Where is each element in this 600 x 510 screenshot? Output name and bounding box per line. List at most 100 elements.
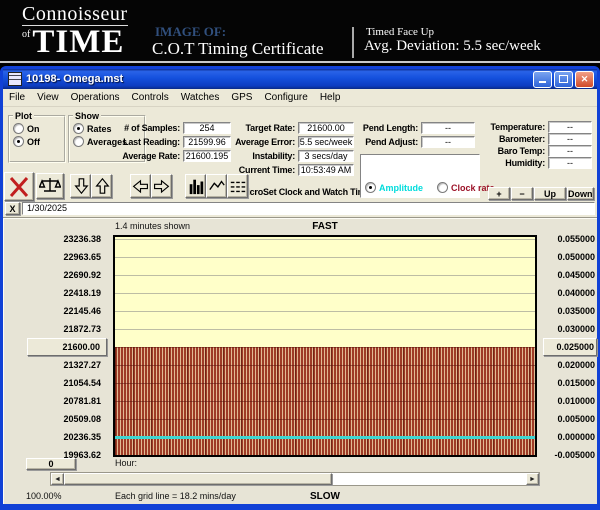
sensor-radio-option[interactable]: Clock rate (437, 181, 495, 194)
sensor-radio-option[interactable]: Amplitude (365, 181, 423, 194)
field-value: -- (548, 133, 592, 145)
rate-fields: Target Rate: 21600.00 Average Error: 5.5… (205, 121, 354, 177)
minimize-button[interactable] (533, 71, 552, 88)
sensor-display-box: Amplitude Clock rate (360, 154, 480, 198)
scroll-right-button[interactable] (151, 174, 172, 198)
red-x-icon (8, 176, 30, 198)
field-value: 10:53:49 AM (298, 164, 354, 176)
branding-band: Connoisseur of TIME IMAGE OF: C.O.T Timi… (0, 0, 600, 64)
zigzag-line-icon (208, 176, 226, 196)
adjust-button[interactable]: − (511, 187, 533, 200)
clear-date-button[interactable]: X (5, 202, 20, 215)
adjust-button[interactable]: Up (534, 187, 566, 200)
scrollbar-left-arrow[interactable]: ◄ (51, 473, 64, 485)
right-axis-label: 0.030000 (543, 320, 597, 338)
close-button[interactable]: ✕ (575, 71, 594, 88)
title-bar: 10198- Omega.mst ✕ (3, 69, 597, 89)
radio-icon (365, 182, 376, 193)
radio-label: On (27, 124, 40, 134)
field-label: Instability: (205, 151, 295, 161)
right-axis-label: -0.005000 (543, 446, 597, 464)
scrollbar-thumb[interactable] (64, 473, 332, 485)
field-value: -- (548, 121, 592, 133)
left-axis-label: 21054.54 (27, 374, 107, 392)
radio-icon (437, 182, 448, 193)
menu-item[interactable]: GPS (225, 92, 258, 103)
plot-radio-option[interactable]: On (13, 122, 61, 135)
app-window: 10198- Omega.mst ✕ FileViewOperationsCon… (0, 66, 600, 510)
radio-icon (73, 136, 84, 147)
radio-label: Off (27, 137, 40, 147)
discard-reading-button[interactable] (4, 172, 34, 201)
menu-item[interactable]: Configure (258, 92, 313, 103)
right-axis-label: 0.025000 (543, 338, 597, 356)
logo-line2: TIME (32, 26, 124, 59)
image-of-label: IMAGE OF: (155, 24, 226, 40)
adjust-button[interactable]: + (488, 187, 510, 200)
field-label: Pend Adjust: (338, 137, 418, 147)
maximize-icon (559, 75, 568, 83)
menu-item[interactable]: Operations (65, 92, 126, 103)
histogram-view-button[interactable] (185, 174, 206, 198)
scroll-up-button[interactable] (91, 174, 112, 198)
scroll-left-button[interactable] (130, 174, 151, 198)
field-label: Pend Length: (338, 123, 418, 133)
rate-plot (113, 235, 537, 457)
plot-radio-option[interactable]: Off (13, 135, 61, 148)
field-row: Target Rate: 21600.00 (205, 121, 354, 135)
menu-item[interactable]: View (31, 92, 65, 103)
field-label: Barometer: (465, 134, 545, 144)
field-label: Average Error: (205, 137, 295, 147)
left-axis-label: 20781.81 (27, 392, 107, 410)
pendulum-fields: Pend Length: -- Pend Adjust: -- (338, 121, 475, 149)
left-axis-label: 21872.73 (27, 320, 107, 338)
right-axis-label: 0.055000 (543, 230, 597, 248)
date-field[interactable]: 1/30/2025 (22, 202, 595, 215)
left-axis-label: 20509.08 (27, 410, 107, 428)
scrollbar-right-arrow[interactable]: ► (526, 473, 539, 485)
left-axis: 23236.3822963.6522690.9222418.1922145.46… (27, 230, 107, 464)
field-row: Pend Adjust: -- (338, 135, 475, 149)
horizontal-scrollbar[interactable]: ◄ ► (50, 472, 540, 486)
left-axis-label: 23236.38 (27, 230, 107, 248)
microset-label: MicroSet Clock and Watch Timer (240, 187, 374, 197)
right-axis-label: 0.045000 (543, 266, 597, 284)
field-label: Temperature: (465, 122, 545, 132)
control-panel: Plot On Off Show (3, 107, 597, 217)
field-row: Pend Length: -- (338, 121, 475, 135)
maximize-button[interactable] (554, 71, 573, 88)
field-row: Humidity: -- (465, 157, 592, 169)
field-row: Average Error: 5.5 sec/week (205, 135, 354, 149)
zero-button[interactable]: 0 (26, 458, 76, 470)
menu-item[interactable]: Help (314, 92, 347, 103)
header-divider (352, 27, 354, 58)
menu-item[interactable]: File (3, 92, 31, 103)
field-row: Barometer: -- (465, 133, 592, 145)
chart-area: 1.4 minutes shown FAST 23236.3822963.652… (3, 217, 597, 504)
field-value: -- (548, 157, 592, 169)
fast-label: FAST (113, 221, 537, 232)
scroll-down-button[interactable] (70, 174, 91, 198)
adjust-button[interactable]: Down (567, 187, 594, 200)
band-separator (0, 61, 600, 63)
plot-group: Plot On Off (8, 111, 66, 163)
field-value: 3 secs/day (298, 150, 354, 162)
right-axis-label: 0.050000 (543, 248, 597, 266)
dashes-icon (229, 176, 247, 196)
right-axis-label: 0.035000 (543, 302, 597, 320)
radio-icon (73, 123, 84, 134)
dash-plot-button[interactable] (227, 174, 248, 198)
left-axis-label: 21327.27 (27, 356, 107, 374)
line-plot-button[interactable] (206, 174, 227, 198)
field-label: Last Reading: (102, 137, 180, 147)
up-arrow-icon (93, 176, 111, 196)
slow-label: SLOW (113, 491, 537, 502)
zoom-percent-label: 100.00% (26, 491, 62, 501)
left-axis-label: 20236.35 (27, 428, 107, 446)
left-axis-label: 22145.46 (27, 302, 107, 320)
balance-button[interactable] (36, 173, 64, 199)
menu-item[interactable]: Controls (126, 92, 175, 103)
menu-bar: FileViewOperationsControlsWatchesGPSConf… (3, 89, 597, 107)
menu-item[interactable]: Watches (175, 92, 226, 103)
right-axis-label: 0.005000 (543, 410, 597, 428)
